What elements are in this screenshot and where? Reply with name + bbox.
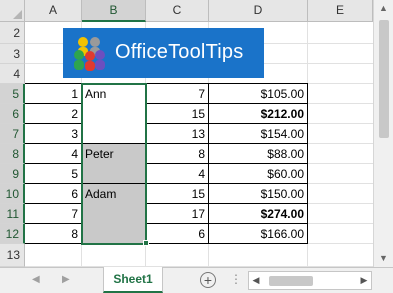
vertical-scroll-thumb[interactable] bbox=[379, 20, 389, 138]
column-header-e[interactable]: E bbox=[308, 0, 373, 22]
sheet-tab-bar: ◀ ▶ Sheet1 + ⋮ ◀ ▶ bbox=[0, 267, 393, 293]
scroll-right-icon[interactable]: ▶ bbox=[357, 272, 371, 289]
amount-cell[interactable]: $274.00 bbox=[209, 204, 308, 224]
horizontal-scrollbar[interactable]: ◀ ▶ bbox=[248, 271, 372, 290]
index-cell[interactable]: 5 bbox=[25, 164, 82, 184]
row-header-4[interactable]: 4 bbox=[0, 64, 25, 84]
index-cell[interactable]: 6 bbox=[25, 184, 82, 204]
more-options-icon[interactable]: ⋮ bbox=[230, 272, 242, 286]
name-cell-peter[interactable]: Peter bbox=[82, 144, 146, 184]
index-cell[interactable]: 2 bbox=[25, 104, 82, 124]
row-header-12[interactable]: 12 bbox=[0, 224, 25, 244]
quantity-cell[interactable]: 6 bbox=[146, 224, 209, 244]
index-cell[interactable]: 1 bbox=[25, 84, 82, 104]
column-header-c[interactable]: C bbox=[146, 0, 209, 22]
quantity-cell[interactable]: 7 bbox=[146, 84, 209, 104]
name-label: Peter bbox=[85, 147, 114, 161]
gridline bbox=[308, 123, 373, 124]
amount-cell[interactable]: $166.00 bbox=[209, 224, 308, 244]
index-cell[interactable]: 3 bbox=[25, 124, 82, 144]
index-cell[interactable]: 7 bbox=[25, 204, 82, 224]
gridline bbox=[308, 163, 373, 164]
gridline bbox=[308, 243, 373, 244]
gridline bbox=[81, 244, 82, 267]
next-sheet-icon[interactable]: ▶ bbox=[62, 274, 70, 285]
name-cell-adam[interactable]: Adam bbox=[82, 184, 146, 244]
sheet-tab-sheet1[interactable]: Sheet1 bbox=[103, 267, 163, 293]
column-header-b[interactable]: B bbox=[82, 0, 146, 22]
gridline bbox=[307, 244, 308, 267]
quantity-cell[interactable]: 8 bbox=[146, 144, 209, 164]
name-label: Ann bbox=[85, 87, 107, 101]
prev-sheet-icon[interactable]: ◀ bbox=[32, 274, 40, 285]
row-header-11[interactable]: 11 bbox=[0, 204, 25, 224]
row-header-7[interactable]: 7 bbox=[0, 124, 25, 144]
gridline bbox=[208, 244, 209, 267]
index-cell[interactable]: 8 bbox=[25, 224, 82, 244]
row-header-8[interactable]: 8 bbox=[0, 144, 25, 164]
quantity-cell[interactable]: 13 bbox=[146, 124, 209, 144]
add-sheet-button[interactable]: + bbox=[200, 272, 216, 288]
row-header-10[interactable]: 10 bbox=[0, 184, 25, 204]
scroll-down-icon[interactable]: ▼ bbox=[374, 250, 393, 267]
index-cell[interactable]: 4 bbox=[25, 144, 82, 164]
column-header-d[interactable]: D bbox=[209, 0, 308, 22]
gridline bbox=[308, 203, 373, 204]
table-top-border bbox=[25, 83, 308, 84]
amount-cell[interactable]: $60.00 bbox=[209, 164, 308, 184]
quantity-cell[interactable]: 15 bbox=[146, 104, 209, 124]
fill-handle[interactable] bbox=[143, 240, 149, 246]
gridline bbox=[308, 143, 373, 144]
select-all-corner[interactable] bbox=[0, 0, 25, 22]
row-header-13[interactable]: 13 bbox=[0, 244, 25, 267]
quantity-cell[interactable]: 15 bbox=[146, 184, 209, 204]
gridline bbox=[308, 223, 373, 224]
logo-text: OfficeToolTips bbox=[115, 41, 244, 63]
amount-cell[interactable]: $154.00 bbox=[209, 124, 308, 144]
row-header-2[interactable]: 2 bbox=[0, 22, 25, 44]
column-header-a[interactable]: A bbox=[25, 0, 82, 22]
row-header-6[interactable]: 6 bbox=[0, 104, 25, 124]
people-logo-icon bbox=[74, 37, 105, 71]
vertical-scrollbar[interactable]: ▲ ▼ bbox=[373, 0, 393, 267]
scroll-up-icon[interactable]: ▲ bbox=[374, 0, 393, 17]
scroll-left-icon[interactable]: ◀ bbox=[249, 272, 263, 289]
name-cell-ann[interactable]: Ann bbox=[82, 84, 146, 144]
row-header-9[interactable]: 9 bbox=[0, 164, 25, 184]
horizontal-scroll-thumb[interactable] bbox=[269, 276, 313, 286]
officetooltips-logo: OfficeToolTips bbox=[63, 28, 264, 78]
amount-cell[interactable]: $88.00 bbox=[209, 144, 308, 164]
name-label: Adam bbox=[85, 187, 117, 201]
quantity-cell[interactable]: 17 bbox=[146, 204, 209, 224]
amount-cell[interactable]: $105.00 bbox=[209, 84, 308, 104]
quantity-cell[interactable]: 4 bbox=[146, 164, 209, 184]
amount-cell[interactable]: $150.00 bbox=[209, 184, 308, 204]
gridline bbox=[145, 244, 146, 267]
gridline bbox=[307, 22, 308, 84]
amount-cell[interactable]: $212.00 bbox=[209, 104, 308, 124]
gridline bbox=[308, 103, 373, 104]
row-header-3[interactable]: 3 bbox=[0, 44, 25, 64]
row-header-5[interactable]: 5 bbox=[0, 84, 25, 104]
gridline bbox=[308, 183, 373, 184]
